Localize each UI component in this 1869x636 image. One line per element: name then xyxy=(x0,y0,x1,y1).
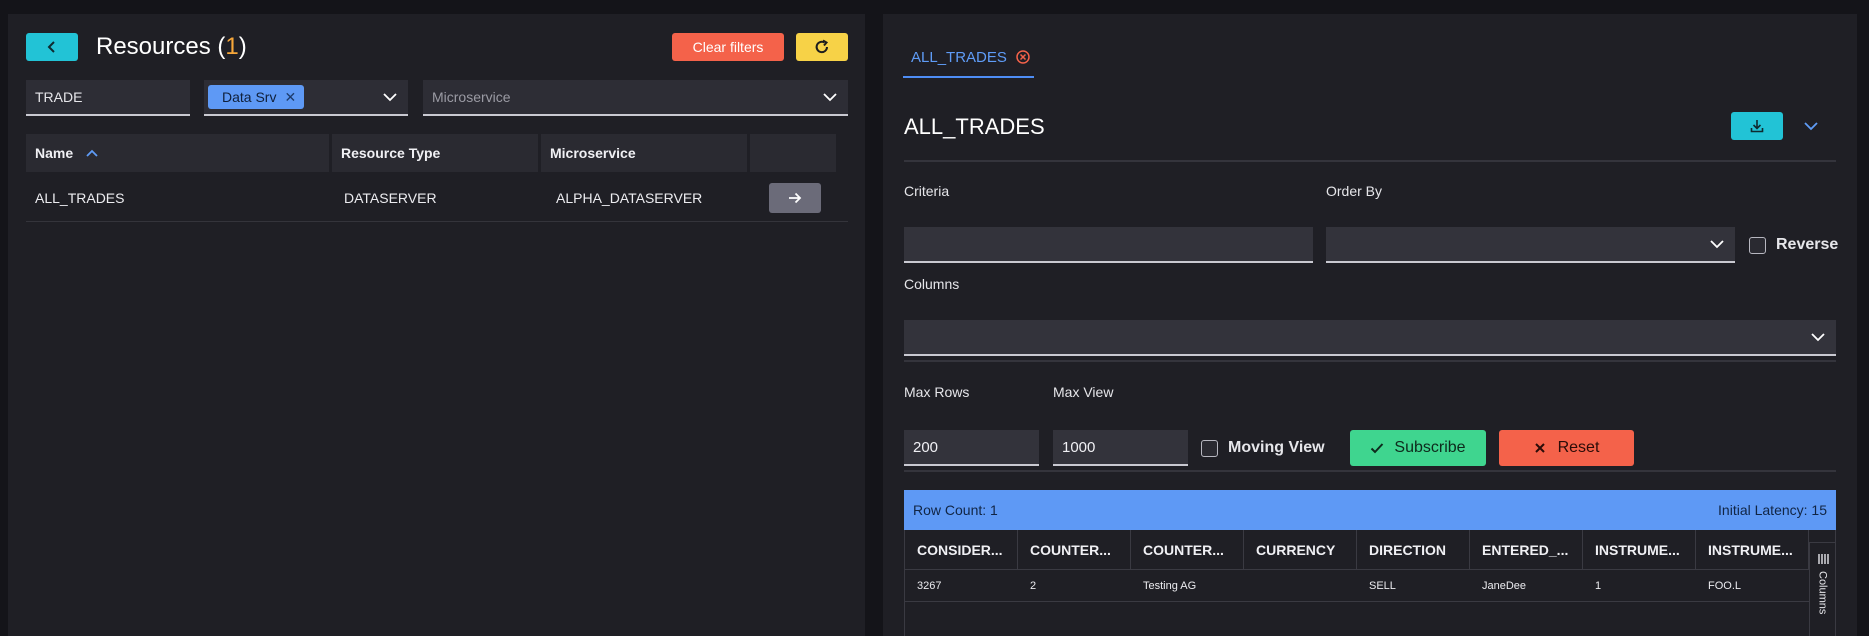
grid-column-header[interactable]: DIRECTION xyxy=(1357,530,1470,570)
table-row[interactable]: ALL_TRADES DATASERVER ALPHA_DATASERVER xyxy=(26,174,848,222)
columns-label: Columns xyxy=(904,276,960,292)
resource-type-filter[interactable]: Data Srv ✕ xyxy=(204,80,408,116)
columns-select[interactable] xyxy=(904,320,1836,356)
max-rows-label: Max Rows xyxy=(904,384,970,400)
chevron-down-icon[interactable] xyxy=(822,90,838,104)
name-filter-input[interactable]: TRADE xyxy=(26,80,190,116)
arrow-right-icon xyxy=(789,192,802,204)
grid-column-header[interactable]: COUNTER... xyxy=(1131,530,1244,570)
grid-cell: 3267 xyxy=(917,579,942,592)
column-header-resource-type[interactable]: Resource Type xyxy=(332,134,538,172)
column-header-action xyxy=(750,134,836,172)
divider xyxy=(904,360,1836,362)
divider xyxy=(904,470,1836,472)
chevron-down-icon xyxy=(1710,240,1724,249)
open-resource-button[interactable] xyxy=(769,183,821,213)
refresh-button[interactable] xyxy=(796,33,848,61)
column-header-microservice[interactable]: Microservice xyxy=(541,134,747,172)
row-count: Row Count: 1 xyxy=(913,502,998,518)
resource-title: ALL_TRADES xyxy=(904,114,1045,139)
close-circle-icon[interactable] xyxy=(1015,49,1031,65)
columns-tool-panel-button[interactable]: Columns xyxy=(1809,542,1835,636)
order-by-select[interactable] xyxy=(1326,227,1735,263)
close-icon xyxy=(1534,443,1545,453)
cell-microservice: ALPHA_DATASERVER xyxy=(556,190,703,206)
reset-button[interactable]: Reset xyxy=(1499,430,1634,466)
subscribe-button[interactable]: Subscribe xyxy=(1350,430,1486,466)
collapse-button[interactable] xyxy=(1798,114,1824,138)
grid-header-row: CONSIDER... COUNTER... COUNTER... CURREN… xyxy=(905,530,1809,570)
resource-detail-panel: ALL_TRADES ALL_TRADES Criteria Order By … xyxy=(883,14,1857,636)
filter-chip: Data Srv ✕ xyxy=(208,85,305,109)
grid-cell: 1 xyxy=(1595,579,1602,592)
grid-cell: SELL xyxy=(1369,579,1396,592)
columns-icon xyxy=(1817,554,1829,564)
moving-view-toggle[interactable]: Moving View xyxy=(1201,439,1325,457)
sort-asc-icon[interactable] xyxy=(85,148,99,158)
download-icon xyxy=(1750,120,1764,133)
max-view-input[interactable]: 1000 xyxy=(1053,430,1188,466)
grid-cell: 2 xyxy=(1030,579,1037,592)
download-button[interactable] xyxy=(1731,112,1783,140)
chevron-down-icon xyxy=(1804,122,1818,131)
cell-resource-type: DATASERVER xyxy=(344,190,437,206)
grid-cell xyxy=(1244,570,1357,601)
cell-name: ALL_TRADES xyxy=(35,190,125,206)
grid-cell: JaneDee xyxy=(1482,579,1527,592)
order-by-label: Order By xyxy=(1326,183,1383,199)
grid-column-header[interactable]: INSTRUME... xyxy=(1696,530,1809,570)
initial-latency: Initial Latency: 15 xyxy=(1718,502,1827,518)
grid-column-header[interactable]: ENTERED_... xyxy=(1470,530,1583,570)
table-row[interactable]: 3267 2 Testing AG SELL JaneDee 1 FOO.L xyxy=(905,570,1809,602)
max-view-label: Max View xyxy=(1053,384,1114,400)
grid-cell: FOO.L xyxy=(1708,579,1742,592)
page-title: Resources (1) xyxy=(96,33,247,60)
microservice-filter[interactable]: Microservice xyxy=(423,80,848,116)
resources-table-header: Name Resource Type Microservice xyxy=(26,134,840,172)
grid-column-header[interactable]: INSTRUME... xyxy=(1583,530,1696,570)
close-icon[interactable]: ✕ xyxy=(284,89,296,106)
resources-panel: Resources (1) Clear filters TRADE Data S… xyxy=(8,14,865,636)
reverse-checkbox[interactable] xyxy=(1749,236,1766,254)
clear-filters-button[interactable]: Clear filters xyxy=(672,33,784,61)
moving-view-checkbox[interactable] xyxy=(1201,439,1218,457)
grid-column-header[interactable]: CURRENCY xyxy=(1244,530,1357,570)
chevron-down-icon[interactable] xyxy=(382,90,398,104)
column-header-name[interactable]: Name xyxy=(26,134,329,172)
data-grid: CONSIDER... COUNTER... COUNTER... CURREN… xyxy=(904,530,1836,636)
grid-column-header[interactable]: COUNTER... xyxy=(1018,530,1131,570)
grid-column-header[interactable]: CONSIDER... xyxy=(905,530,1018,570)
grid-status-bar: Row Count: 1 Initial Latency: 15 xyxy=(904,490,1836,530)
chevron-down-icon xyxy=(1811,333,1825,342)
reverse-toggle[interactable]: Reverse xyxy=(1749,236,1838,254)
chevron-left-icon xyxy=(47,41,55,53)
criteria-label: Criteria xyxy=(904,183,950,199)
grid-cell: Testing AG xyxy=(1143,579,1197,592)
columns-tool-label: Columns xyxy=(1816,571,1829,615)
back-button[interactable] xyxy=(26,33,78,61)
criteria-input[interactable] xyxy=(904,227,1313,263)
divider xyxy=(904,160,1836,162)
refresh-icon xyxy=(815,39,829,54)
check-icon xyxy=(1371,443,1384,454)
tab-all-trades[interactable]: ALL_TRADES xyxy=(903,38,1034,78)
max-rows-input[interactable]: 200 xyxy=(904,430,1039,466)
resource-count: 1 xyxy=(225,33,239,60)
